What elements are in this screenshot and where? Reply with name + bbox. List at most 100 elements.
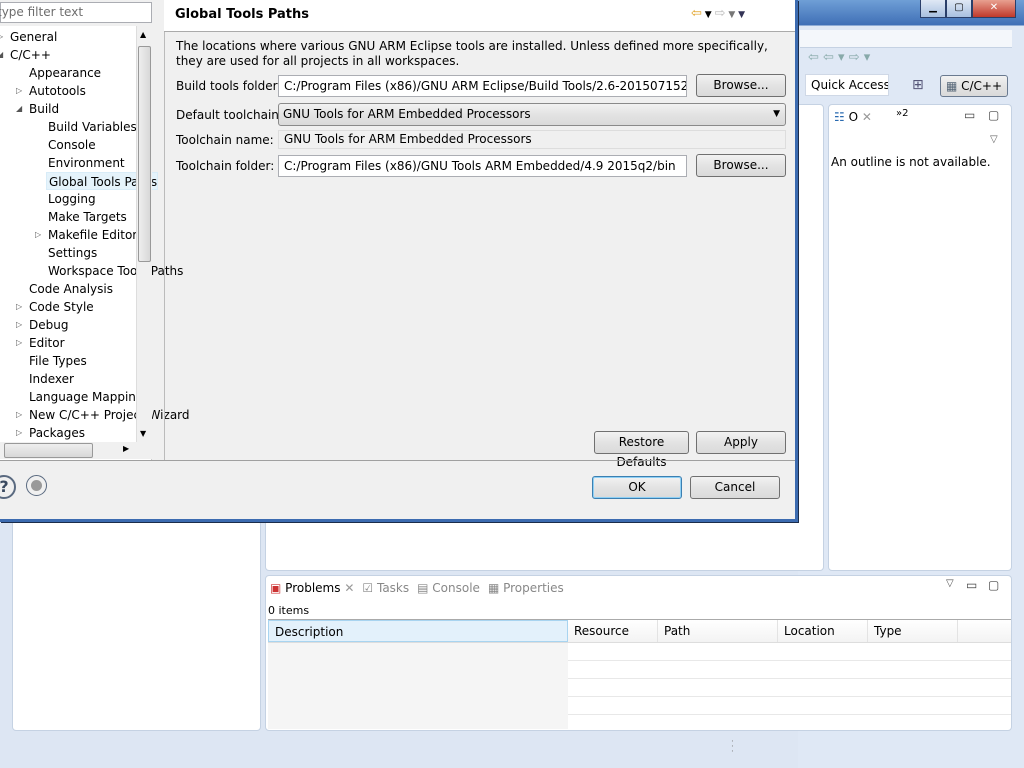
collapsed-twisty-icon[interactable]: ▷ — [16, 338, 22, 347]
back-arrow-icon[interactable]: ⇦ — [691, 6, 702, 21]
console-icon: ▤ — [417, 581, 429, 595]
toolchain-name-label: Toolchain name: — [176, 133, 274, 147]
minimize-button[interactable]: ▁ — [920, 0, 946, 18]
toolchain-folder-label: Toolchain folder: — [176, 159, 275, 173]
tree-item[interactable]: Debug — [27, 316, 68, 334]
toolchain-folder-input[interactable]: C:/Program Files (x86)/GNU Tools ARM Emb… — [278, 155, 687, 177]
column-path[interactable]: Path — [658, 620, 778, 642]
close-tab-icon: ✕ — [344, 581, 355, 595]
problems-icon: ▣ — [270, 581, 282, 595]
expanded-twisty-icon[interactable]: ◢ — [0, 50, 3, 59]
problems-count: 0 items — [268, 604, 310, 617]
nav-toolbar[interactable]: ⇦ ⇦ ▾ ⇨ ▾ — [808, 50, 870, 65]
tree-item[interactable]: Build Variables — [46, 118, 137, 136]
tree-horizontal-scrollbar[interactable]: ▶ — [0, 442, 152, 459]
maximize-view-icon[interactable]: ▢ — [988, 578, 999, 592]
tree-item[interactable]: Code Analysis — [27, 280, 113, 298]
tasks-icon: ☑ — [362, 581, 374, 595]
restore-defaults-button[interactable]: Restore Defaults — [594, 431, 689, 469]
tab-problems[interactable]: ▣ Problems ✕ — [270, 581, 354, 595]
chevron-down-icon[interactable]: ▼ — [702, 10, 715, 20]
preferences-tree: ▷ General ◢ C/C++ Appearance ▷ Autotools ◢ Build… — [0, 26, 190, 460]
ok-button[interactable]: OK — [592, 476, 682, 499]
tree-item[interactable]: Makefile Editor — [46, 226, 137, 244]
outline-tab[interactable]: ☷ O ✕ — [834, 110, 872, 124]
tree-item[interactable]: Settings — [46, 244, 97, 262]
apply-button[interactable]: Apply — [696, 431, 786, 454]
tree-item[interactable]: Appearance — [27, 64, 101, 82]
view-overflow[interactable]: »2 — [896, 108, 908, 119]
column-description[interactable]: Description — [268, 620, 568, 642]
tree-item[interactable]: C/C++ — [8, 46, 51, 64]
chevron-down-icon: ▼ — [773, 109, 780, 119]
collapsed-twisty-icon[interactable]: ▷ — [16, 428, 22, 437]
view-menu-icon[interactable]: ▽ — [990, 134, 998, 145]
tree-item[interactable]: Workspace Tools Paths — [46, 262, 183, 280]
maximize-view-icon[interactable]: ▢ — [988, 108, 999, 122]
perspective-cpp-button[interactable]: ▦ C/C++ — [940, 75, 1008, 97]
view-menu-icon[interactable]: ▽ — [946, 578, 954, 589]
browse-build-tools-button[interactable]: Browse... — [696, 74, 786, 97]
chevron-down-icon[interactable]: ▼ — [725, 10, 738, 20]
collapsed-twisty-icon[interactable]: ▷ — [16, 86, 22, 95]
collapsed-twisty-icon[interactable]: ▷ — [16, 410, 22, 419]
cancel-button[interactable]: Cancel — [690, 476, 780, 499]
toolchain-name-value: GNU Tools for ARM Embedded Processors — [278, 130, 786, 149]
outline-message: An outline is not available. — [831, 155, 991, 169]
tree-item[interactable]: Indexer — [27, 370, 74, 388]
collapsed-twisty-icon[interactable]: ▷ — [0, 32, 3, 41]
window-controls: ▁ ▢ ✕ — [920, 0, 1016, 18]
tree-item[interactable]: File Types — [27, 352, 87, 370]
tab-properties[interactable]: ▦ Properties — [488, 581, 564, 595]
default-toolchain-select[interactable]: GNU Tools for ARM Embedded Processors ▼ — [278, 103, 786, 126]
default-toolchain-label: Default toolchain: — [176, 108, 283, 122]
tab-console[interactable]: ▤ Console — [417, 581, 480, 595]
project-explorer — [12, 520, 261, 731]
collapsed-twisty-icon[interactable]: ▷ — [35, 230, 41, 239]
button-bar-divider — [0, 460, 795, 461]
scroll-thumb[interactable] — [138, 46, 151, 262]
properties-icon: ▦ — [487, 581, 500, 595]
scroll-thumb[interactable] — [4, 443, 93, 458]
view-menu-icon[interactable]: ▼ — [738, 10, 745, 20]
problems-tabs: ▣ Problems ✕ ☑ Tasks ▤ Console ▦ Propert… — [270, 581, 564, 595]
tree-item[interactable]: Code Style — [27, 298, 94, 316]
filter-input[interactable]: type filter text — [0, 2, 152, 23]
column-resource[interactable]: Resource — [568, 620, 658, 642]
column-location[interactable]: Location — [778, 620, 868, 642]
tab-tasks[interactable]: ☑ Tasks — [362, 581, 409, 595]
minimize-view-icon[interactable]: ▭ — [964, 108, 975, 122]
tree-item[interactable]: Language Mappings — [27, 388, 150, 406]
outline-view — [828, 104, 1012, 571]
problems-table: Description Resource Path Location Type — [268, 619, 1011, 729]
tree-item[interactable]: Autotools — [27, 82, 86, 100]
cpp-perspective-icon: ▦ — [945, 79, 958, 93]
tree-item[interactable]: Make Targets — [46, 208, 127, 226]
tree-item[interactable]: Logging — [46, 190, 96, 208]
tree-item[interactable]: Console — [46, 136, 96, 154]
open-perspective-icon[interactable]: ⊞ — [912, 77, 924, 93]
maximize-button[interactable]: ▢ — [946, 0, 972, 18]
expanded-twisty-icon[interactable]: ◢ — [16, 104, 22, 113]
collapsed-twisty-icon[interactable]: ▷ — [16, 320, 22, 329]
record-icon[interactable] — [26, 475, 47, 496]
close-button[interactable]: ✕ — [972, 0, 1016, 18]
page-header: Global Tools Paths ⇦ ▼ ⇨ ▼ ▼ — [164, 0, 795, 32]
browse-toolchain-button[interactable]: Browse... — [696, 154, 786, 177]
quick-access-input[interactable]: Quick Access — [805, 74, 889, 96]
minimize-view-icon[interactable]: ▭ — [966, 578, 977, 592]
close-tab-icon[interactable]: ✕ — [862, 110, 872, 124]
tree-item[interactable]: Editor — [27, 334, 65, 352]
page-title: Global Tools Paths — [175, 7, 309, 22]
forward-arrow-icon[interactable]: ⇨ — [715, 6, 726, 21]
collapsed-twisty-icon[interactable]: ▷ — [16, 302, 22, 311]
tree-vertical-scrollbar[interactable]: ▲ ▼ — [136, 26, 152, 442]
tree-item[interactable]: Environment — [46, 154, 125, 172]
outline-icon: ☷ — [834, 110, 845, 124]
build-tools-folder-input[interactable]: C:/Program Files (x86)/GNU ARM Eclipse/B… — [278, 75, 687, 97]
tree-item[interactable]: General — [8, 28, 57, 46]
column-type[interactable]: Type — [868, 620, 958, 642]
tree-item[interactable]: Packages — [27, 424, 85, 442]
sash-handle[interactable]: · · · — [731, 738, 734, 757]
tree-item[interactable]: Build — [27, 100, 59, 118]
